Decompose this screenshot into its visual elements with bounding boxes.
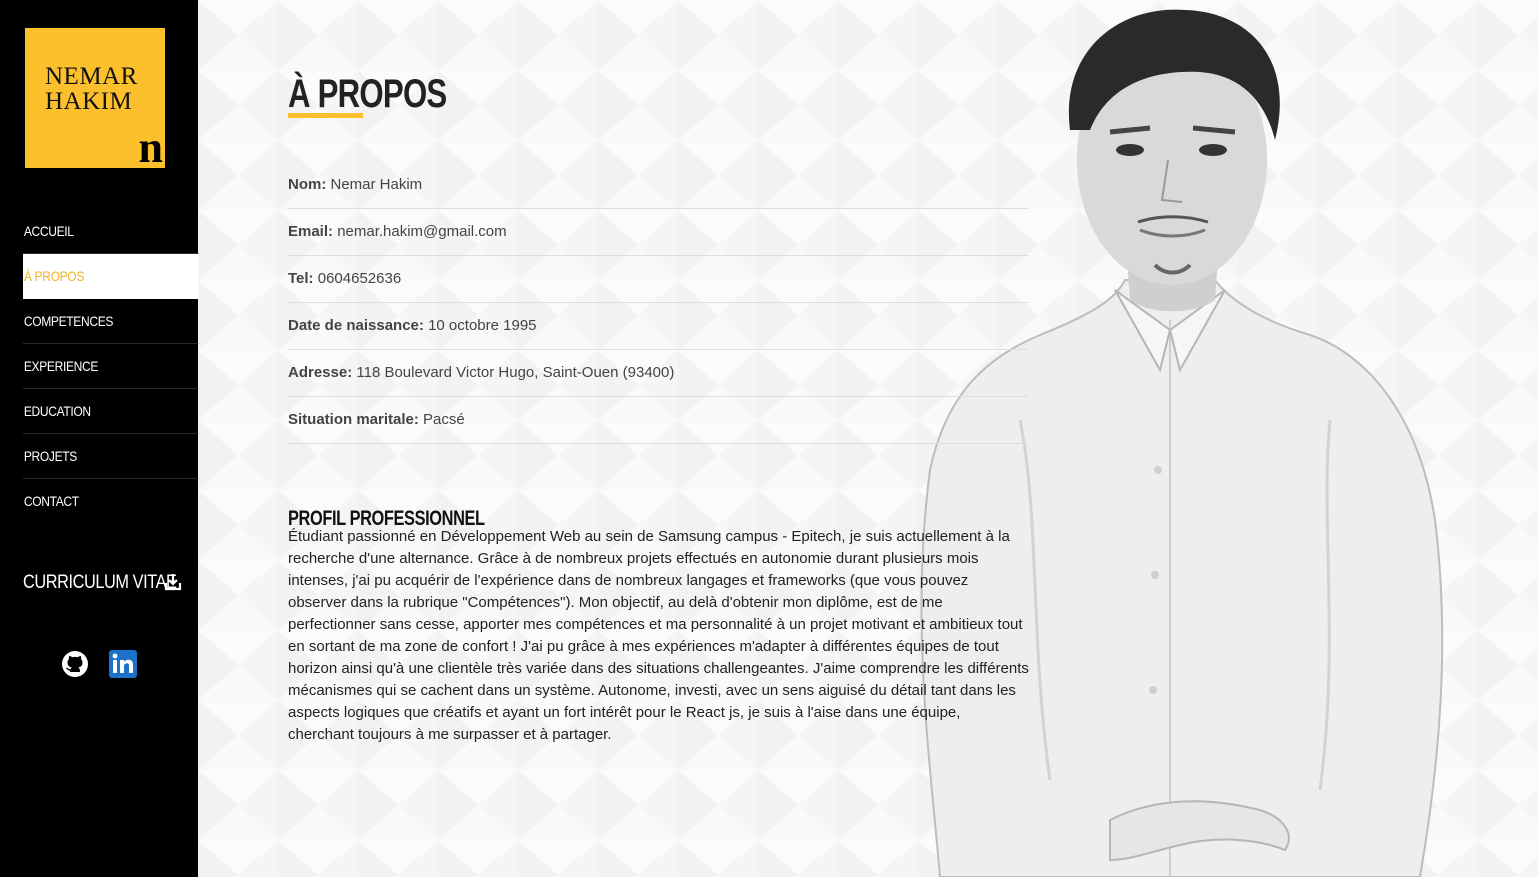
info-row-birthdate: Date de naissance: 10 octobre 1995 bbox=[288, 303, 1028, 350]
info-label: Date de naissance: bbox=[288, 317, 424, 334]
sidebar: NEMAR HAKIM n ACCUEIL À PROPOS COMPETENC… bbox=[0, 0, 199, 877]
nav-item-a-propos[interactable]: À PROPOS bbox=[23, 254, 199, 299]
info-value: 10 octobre 1995 bbox=[428, 317, 537, 334]
github-icon[interactable] bbox=[61, 650, 89, 678]
title-underline bbox=[288, 113, 363, 118]
nav-item-education[interactable]: EDUCATION bbox=[23, 389, 199, 434]
info-label: Tel: bbox=[288, 270, 314, 287]
logo-line-2: HAKIM bbox=[45, 88, 133, 115]
personal-info-list: Nom: Nemar Hakim Email: nemar.hakim@gmai… bbox=[288, 162, 1028, 444]
nav-item-accueil[interactable]: ACCUEIL bbox=[23, 209, 199, 254]
main-nav: ACCUEIL À PROPOS COMPETENCES EXPERIENCE … bbox=[23, 209, 199, 524]
info-label: Adresse: bbox=[288, 364, 353, 381]
info-label: Nom: bbox=[288, 176, 327, 193]
info-row-tel: Tel: 0604652636 bbox=[288, 256, 1028, 303]
download-icon[interactable] bbox=[164, 573, 182, 591]
nav-item-projets[interactable]: PROJETS bbox=[23, 434, 199, 479]
nav-item-experience[interactable]: EXPERIENCE bbox=[23, 344, 199, 389]
linkedin-icon[interactable] bbox=[109, 650, 137, 678]
profile-text: Étudiant passionné en Développement Web … bbox=[288, 528, 1029, 743]
nav-item-competences[interactable]: COMPETENCES bbox=[23, 299, 199, 344]
cv-download-link[interactable]: CURRICULUM VITAE bbox=[23, 570, 177, 596]
logo[interactable]: NEMAR HAKIM n bbox=[25, 28, 165, 172]
info-row-address: Adresse: 118 Boulevard Victor Hugo, Sain… bbox=[288, 350, 1028, 397]
logo-text: NEMAR HAKIM bbox=[45, 64, 138, 114]
logo-line-1: NEMAR bbox=[45, 63, 138, 90]
info-label: Situation maritale: bbox=[288, 411, 419, 428]
nav-item-contact[interactable]: CONTACT bbox=[23, 479, 198, 524]
info-value: 0604652636 bbox=[317, 270, 402, 287]
info-value: nemar.hakim@gmail.com bbox=[337, 223, 507, 240]
info-row-marital-status: Situation maritale: Pacsé bbox=[288, 397, 1028, 444]
info-value: Nemar Hakim bbox=[330, 176, 423, 193]
info-value: Pacsé bbox=[423, 411, 465, 428]
info-row-email: Email: nemar.hakim@gmail.com bbox=[288, 209, 1028, 256]
info-label: Email: bbox=[288, 223, 334, 240]
info-row-nom: Nom: Nemar Hakim bbox=[288, 162, 1028, 209]
logo-mark: n bbox=[138, 123, 163, 172]
page-title: À PROPOS bbox=[288, 71, 447, 116]
info-value: 118 Boulevard Victor Hugo, Saint-Ouen (9… bbox=[356, 364, 675, 381]
